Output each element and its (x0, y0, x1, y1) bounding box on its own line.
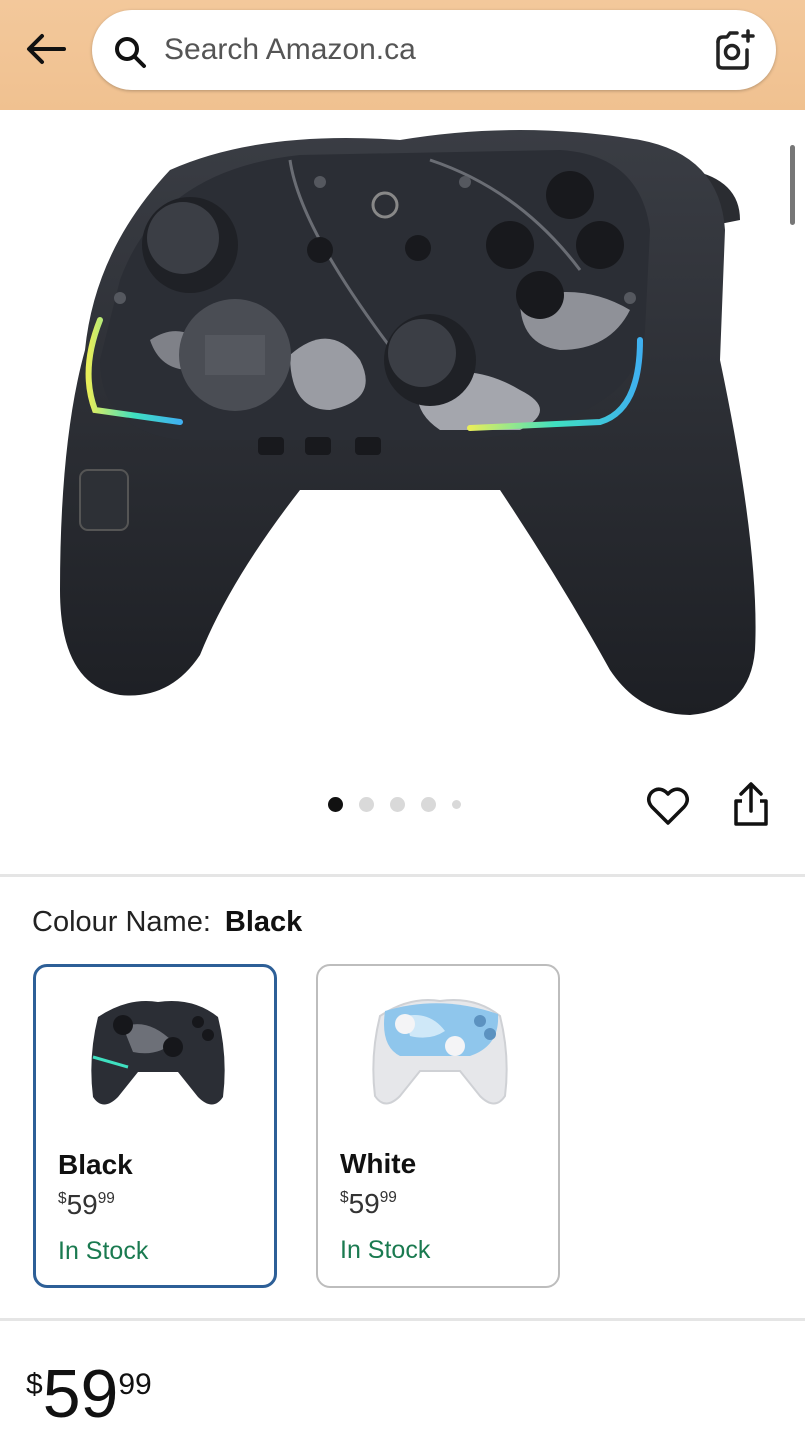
variant-price: $5999 (340, 1188, 397, 1219)
carousel-dot (421, 796, 436, 812)
heart-icon[interactable] (644, 782, 692, 830)
top-bar (0, 0, 805, 110)
variant-stock-status: In Stock (340, 1236, 431, 1264)
carousel-dot (390, 796, 405, 812)
section-divider (0, 874, 805, 877)
search-icon (115, 37, 146, 68)
back-arrow-icon (27, 34, 66, 64)
carousel-dot-active (328, 796, 343, 812)
price-fraction: 99 (118, 1368, 152, 1401)
variant-price: $5999 (58, 1189, 115, 1220)
search-bar[interactable] (92, 10, 776, 90)
scrollbar[interactable] (790, 145, 795, 225)
section-divider (0, 1318, 805, 1321)
variant-white[interactable]: White $5999 In Stock (316, 964, 560, 1288)
variant-name: White (340, 1148, 417, 1179)
back-button[interactable] (20, 26, 70, 72)
share-icon[interactable] (726, 780, 776, 830)
product-price: $5999 (26, 1360, 152, 1428)
variant-stock-status: In Stock (58, 1237, 149, 1265)
variant-white-image (372, 999, 508, 1105)
variant-black-image (91, 1001, 225, 1105)
variant-black[interactable]: Black $5999 In Stock (33, 964, 277, 1288)
carousel-dot (452, 799, 461, 809)
carousel-dot (359, 796, 374, 812)
variant-name: Black (58, 1149, 133, 1180)
search-input[interactable] (162, 26, 686, 74)
price-whole: 59 (42, 1356, 119, 1432)
product-image[interactable] (0, 110, 805, 760)
colour-name-label: Colour Name: (32, 906, 211, 938)
price-currency: $ (26, 1368, 43, 1401)
image-carousel-indicator[interactable] (328, 796, 461, 812)
colour-name-row: Colour Name: Black (32, 906, 302, 939)
colour-name-value: Black (224, 906, 303, 938)
camera-scan-icon[interactable] (712, 28, 758, 74)
